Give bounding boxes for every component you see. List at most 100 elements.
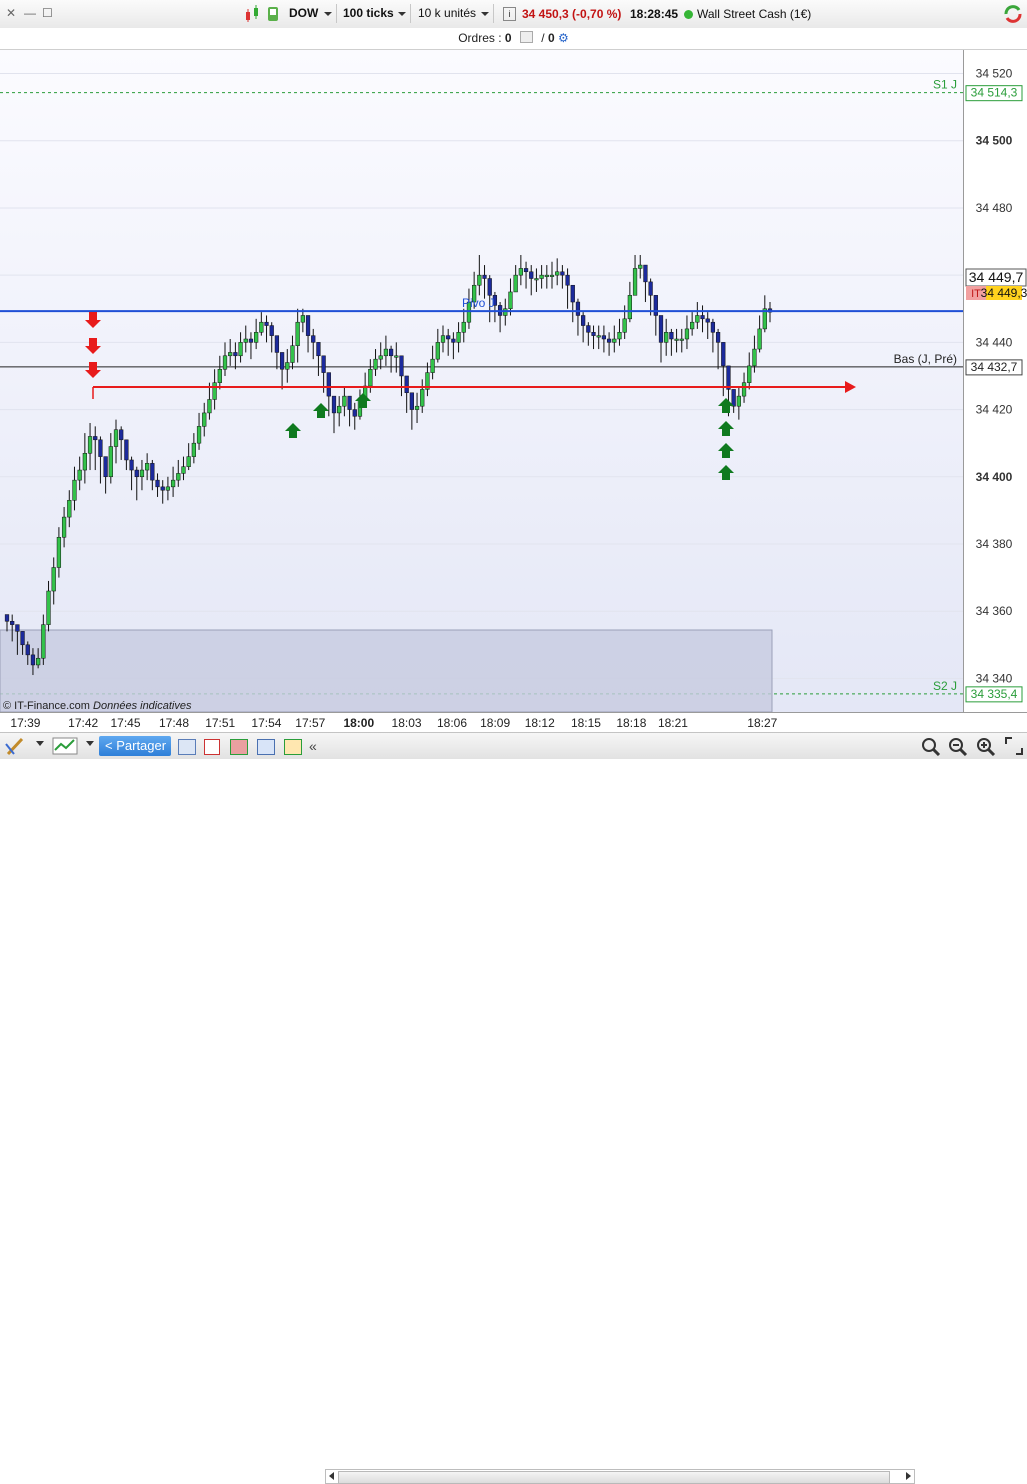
candle-body: [321, 355, 326, 373]
candle-body: [555, 271, 560, 276]
candlestick-chart[interactable]: S1 J S2 J Bas (J, Pré) Pivo J © IT-Finan…: [0, 50, 963, 712]
title-toolbar: ✕ — ☐ DOW 100 ticks 10 k unités i 34 450…: [0, 0, 1027, 29]
green-up-arrow-icon: [718, 465, 734, 480]
chart-type-candles-icon[interactable]: [244, 4, 282, 24]
candle-body: [658, 315, 664, 343]
alerts-icon[interactable]: [284, 739, 302, 755]
candle-body: [243, 338, 248, 343]
x-tick-label: 18:27: [747, 716, 777, 730]
candle-body: [98, 439, 103, 457]
x-tick-label: 17:54: [251, 716, 281, 730]
orders-separator: /: [541, 31, 545, 45]
instrument-dropdown[interactable]: DOW: [285, 4, 337, 23]
candle-body: [669, 332, 674, 340]
chart-plot-area[interactable]: S1 J S2 J Bas (J, Pré) Pivo J © IT-Finan…: [0, 50, 963, 712]
chevron-down-icon[interactable]: [86, 741, 94, 746]
compare-icon[interactable]: [257, 739, 275, 755]
candle-body: [290, 345, 295, 363]
y-tick-label: 34 400: [976, 470, 1013, 484]
candle-body: [601, 335, 607, 340]
pivot-level-label: Pivo J: [462, 296, 495, 310]
horizontal-scrollbar[interactable]: [325, 1469, 915, 1484]
y-tick-label: 34 360: [976, 604, 1013, 618]
candle-body: [736, 395, 741, 407]
candle-body: [534, 278, 539, 281]
screenshot-icon[interactable]: [178, 739, 196, 755]
candle-body: [700, 315, 705, 320]
candle-body: [254, 332, 259, 343]
candle-body: [430, 358, 435, 373]
minimize-window-icon[interactable]: —: [24, 6, 36, 20]
price-axis[interactable]: 34 52034 50034 48034 46034 44034 42034 4…: [963, 50, 1027, 712]
candle-body: [295, 321, 300, 346]
zoom-fit-icon[interactable]: [920, 736, 942, 756]
candle-body: [664, 332, 669, 343]
pivot-value: 34 449,3: [981, 286, 1027, 300]
maximize-window-icon[interactable]: ☐: [42, 6, 53, 20]
candle-body: [679, 338, 684, 341]
indicators-icon[interactable]: [52, 736, 80, 756]
candle-body: [212, 382, 217, 400]
candle-body: [747, 365, 752, 383]
candle-body: [191, 442, 196, 457]
fullscreen-icon[interactable]: [1004, 736, 1024, 756]
candle-body: [560, 271, 565, 276]
candle-body: [316, 342, 321, 357]
orders-label: Ordres :: [458, 31, 502, 45]
candle-body: [373, 358, 378, 370]
interval-dropdown[interactable]: 100 ticks: [339, 4, 411, 23]
drawing-tools-icon[interactable]: [4, 736, 28, 756]
candle-body: [77, 469, 82, 481]
size-dropdown[interactable]: 10 k unités: [414, 4, 494, 23]
scroll-left-icon[interactable]: [329, 1472, 334, 1480]
previous-low-label: Bas (J, Pré): [894, 352, 957, 366]
candle-body: [337, 405, 342, 414]
scrollbar-thumb[interactable]: [338, 1471, 890, 1484]
candle-body: [721, 342, 726, 367]
y-tick-label: 34 340: [976, 671, 1013, 685]
candle-body: [477, 274, 482, 286]
order-ticket-icon[interactable]: [204, 739, 220, 755]
candle-body: [41, 624, 46, 659]
candle-body: [285, 362, 290, 370]
orders-list-icon[interactable]: [519, 31, 533, 43]
data-note: Données indicatives: [93, 700, 192, 712]
info-icon[interactable]: i: [503, 7, 516, 21]
zoom-out-icon[interactable]: [947, 736, 969, 756]
time-axis[interactable]: 17:39 17:42 17:45 17:48 17:51 17:54 17:57 18:00…: [0, 712, 1027, 733]
candle-body: [103, 456, 108, 478]
s1-level-label: S1 J: [933, 78, 957, 92]
previous-low-value: 34 432,7: [971, 360, 1018, 374]
refresh-icon[interactable]: [1002, 3, 1024, 25]
green-up-arrow-icon: [355, 393, 371, 408]
buy-sell-icon[interactable]: [230, 739, 248, 755]
candle-body: [456, 332, 461, 343]
candle-body: [217, 368, 222, 383]
candle-body: [715, 332, 721, 343]
candle-body: [414, 405, 420, 410]
candle-body: [549, 274, 555, 277]
scroll-start-button[interactable]: «: [309, 738, 317, 754]
settings-gear-icon[interactable]: ⚙: [558, 31, 569, 45]
candle-body: [690, 321, 695, 330]
x-tick-label: 17:51: [205, 716, 235, 730]
scroll-right-icon[interactable]: [906, 1472, 911, 1480]
candle-body: [300, 315, 305, 323]
x-tick-label: 18:18: [616, 716, 646, 730]
candle-body: [570, 284, 575, 303]
candle-body: [518, 268, 523, 276]
candle-body: [36, 657, 41, 666]
candle-body: [695, 315, 700, 323]
chevron-down-icon[interactable]: [36, 741, 44, 746]
candle-body: [181, 466, 186, 474]
candle-body: [741, 382, 747, 397]
candle-body: [591, 332, 596, 336]
candle-body: [684, 328, 690, 340]
share-button[interactable]: < Partager: [99, 736, 171, 756]
candle-body: [93, 436, 98, 441]
current-price-value: 34 449,7: [969, 269, 1024, 285]
candle-body: [539, 274, 544, 279]
zoom-in-icon[interactable]: [975, 736, 997, 756]
close-window-icon[interactable]: ✕: [6, 6, 16, 20]
candle-body: [347, 395, 352, 410]
